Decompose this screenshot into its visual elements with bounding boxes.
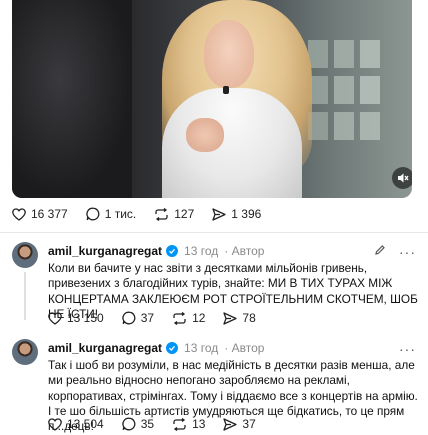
verified-badge-icon — [166, 342, 179, 354]
author-role: Автор — [231, 244, 265, 258]
post-video[interactable] — [12, 0, 412, 198]
edit-icon[interactable] — [374, 243, 386, 261]
share-count: 1 396 — [231, 207, 262, 221]
comment-icon — [86, 207, 100, 221]
like-button[interactable]: 13 150 — [48, 311, 104, 325]
post-header: amil_kurganagregat 13 год · Автор — [48, 341, 264, 355]
like-count: 13 504 — [67, 417, 104, 431]
send-icon — [212, 207, 226, 221]
share-count: 78 — [242, 311, 256, 325]
share-count: 37 — [242, 417, 256, 431]
like-button[interactable]: 16 377 — [12, 207, 68, 221]
repost-button[interactable]: 127 — [154, 207, 194, 221]
send-icon — [223, 417, 238, 431]
send-icon — [223, 311, 238, 325]
repost-button[interactable]: 13 — [172, 417, 205, 431]
comment-button[interactable]: 35 — [122, 417, 154, 431]
author-label: · Автор — [224, 244, 265, 258]
video-person-face — [204, 20, 254, 88]
post-time: 13 год — [184, 244, 219, 258]
post-actions: 13 504 35 13 37 — [48, 417, 274, 431]
heart-icon — [12, 207, 26, 221]
comment-count: 37 — [140, 311, 155, 325]
comment-icon — [122, 311, 136, 325]
video-window-background — [308, 40, 394, 152]
like-count: 16 377 — [31, 207, 68, 221]
speaker-muted-icon — [398, 173, 409, 183]
repost-icon — [155, 207, 168, 221]
like-count: 13 150 — [67, 311, 104, 325]
like-button[interactable]: 13 504 — [48, 417, 104, 431]
comment-button[interactable]: 37 — [122, 311, 154, 325]
post-actions: 13 150 37 12 78 — [48, 311, 274, 325]
post-header: amil_kurganagregat 13 год · Автор — [48, 244, 264, 258]
heart-icon — [48, 311, 62, 325]
verified-badge-icon — [166, 245, 179, 257]
microphone — [223, 86, 229, 94]
share-button[interactable]: 37 — [223, 417, 256, 431]
more-options-button[interactable]: ··· — [399, 341, 416, 357]
avatar[interactable] — [12, 339, 38, 365]
divider — [0, 232, 428, 233]
thread-line — [24, 272, 26, 320]
post-time: 13 год — [184, 341, 219, 355]
post-actions: 16 377 1 тис. 127 1 396 — [12, 207, 279, 221]
share-button[interactable]: 1 396 — [212, 207, 261, 221]
repost-count: 12 — [192, 311, 206, 325]
username[interactable]: amil_kurganagregat — [48, 341, 162, 355]
author-role: Автор — [231, 341, 265, 355]
repost-icon — [173, 417, 186, 431]
mute-button[interactable] — [392, 167, 412, 189]
avatar[interactable] — [12, 242, 38, 268]
video-background — [12, 0, 132, 198]
repost-count: 127 — [174, 207, 195, 221]
comment-button[interactable]: 1 тис. — [86, 207, 137, 221]
repost-icon — [173, 311, 186, 325]
share-button[interactable]: 78 — [223, 311, 256, 325]
more-options-button[interactable]: ··· — [399, 244, 416, 260]
video-person-hand — [186, 118, 224, 152]
comment-count: 1 тис. — [104, 207, 137, 221]
comment-count: 35 — [140, 417, 155, 431]
repost-button[interactable]: 12 — [172, 311, 205, 325]
heart-icon — [48, 417, 62, 431]
repost-count: 13 — [192, 417, 206, 431]
author-label: · Автор — [224, 341, 265, 355]
username[interactable]: amil_kurganagregat — [48, 244, 162, 258]
comment-icon — [122, 417, 136, 431]
video-person-body — [162, 88, 302, 198]
